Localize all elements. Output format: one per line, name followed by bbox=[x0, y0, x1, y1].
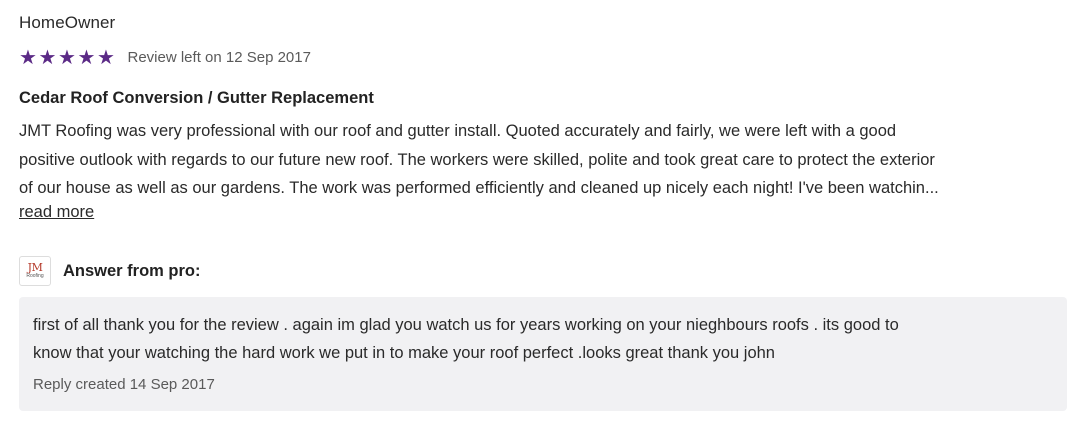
pro-reply-line: know that your watching the hard work we… bbox=[33, 344, 775, 362]
pro-answer-heading: Answer from pro: bbox=[63, 261, 201, 280]
pro-logo: JM Roofing bbox=[19, 256, 51, 286]
pro-logo-subtext: Roofing bbox=[26, 273, 44, 279]
star-icon: ★ bbox=[58, 45, 76, 69]
star-icon: ★ bbox=[38, 45, 57, 69]
pro-reply-text: first of all thank you for the review . … bbox=[33, 311, 1053, 367]
review-body-line: JMT Roofing was very professional with o… bbox=[19, 122, 897, 140]
review-body-line: positive outlook with regards to our fut… bbox=[19, 150, 935, 169]
reviewer-name: HomeOwner bbox=[19, 13, 116, 32]
pro-reply-line: first of all thank you for the review . … bbox=[33, 316, 899, 334]
review-body: JMT Roofing was very professional with o… bbox=[19, 117, 1067, 203]
star-icon: ★ bbox=[19, 45, 37, 69]
review-body-line: of our house as well as our gardens. The… bbox=[19, 179, 939, 197]
rating-row: ★ ★ ★ ★ ★ Review left on 12 Sep 2017 bbox=[19, 46, 311, 68]
star-icon: ★ bbox=[97, 45, 115, 69]
pro-logo-mark: JM bbox=[27, 261, 43, 274]
pro-reply-box: first of all thank you for the review . … bbox=[19, 297, 1067, 411]
star-icon: ★ bbox=[77, 45, 96, 69]
pro-answer-header: JM Roofing Answer from pro: bbox=[19, 256, 201, 286]
read-more-link[interactable]: read more bbox=[19, 203, 94, 222]
star-rating: ★ ★ ★ ★ ★ bbox=[19, 47, 117, 67]
pro-reply-date: Reply created 14 Sep 2017 bbox=[33, 376, 215, 393]
review-date: Review left on 12 Sep 2017 bbox=[127, 48, 311, 66]
review-title: Cedar Roof Conversion / Gutter Replaceme… bbox=[19, 89, 374, 107]
